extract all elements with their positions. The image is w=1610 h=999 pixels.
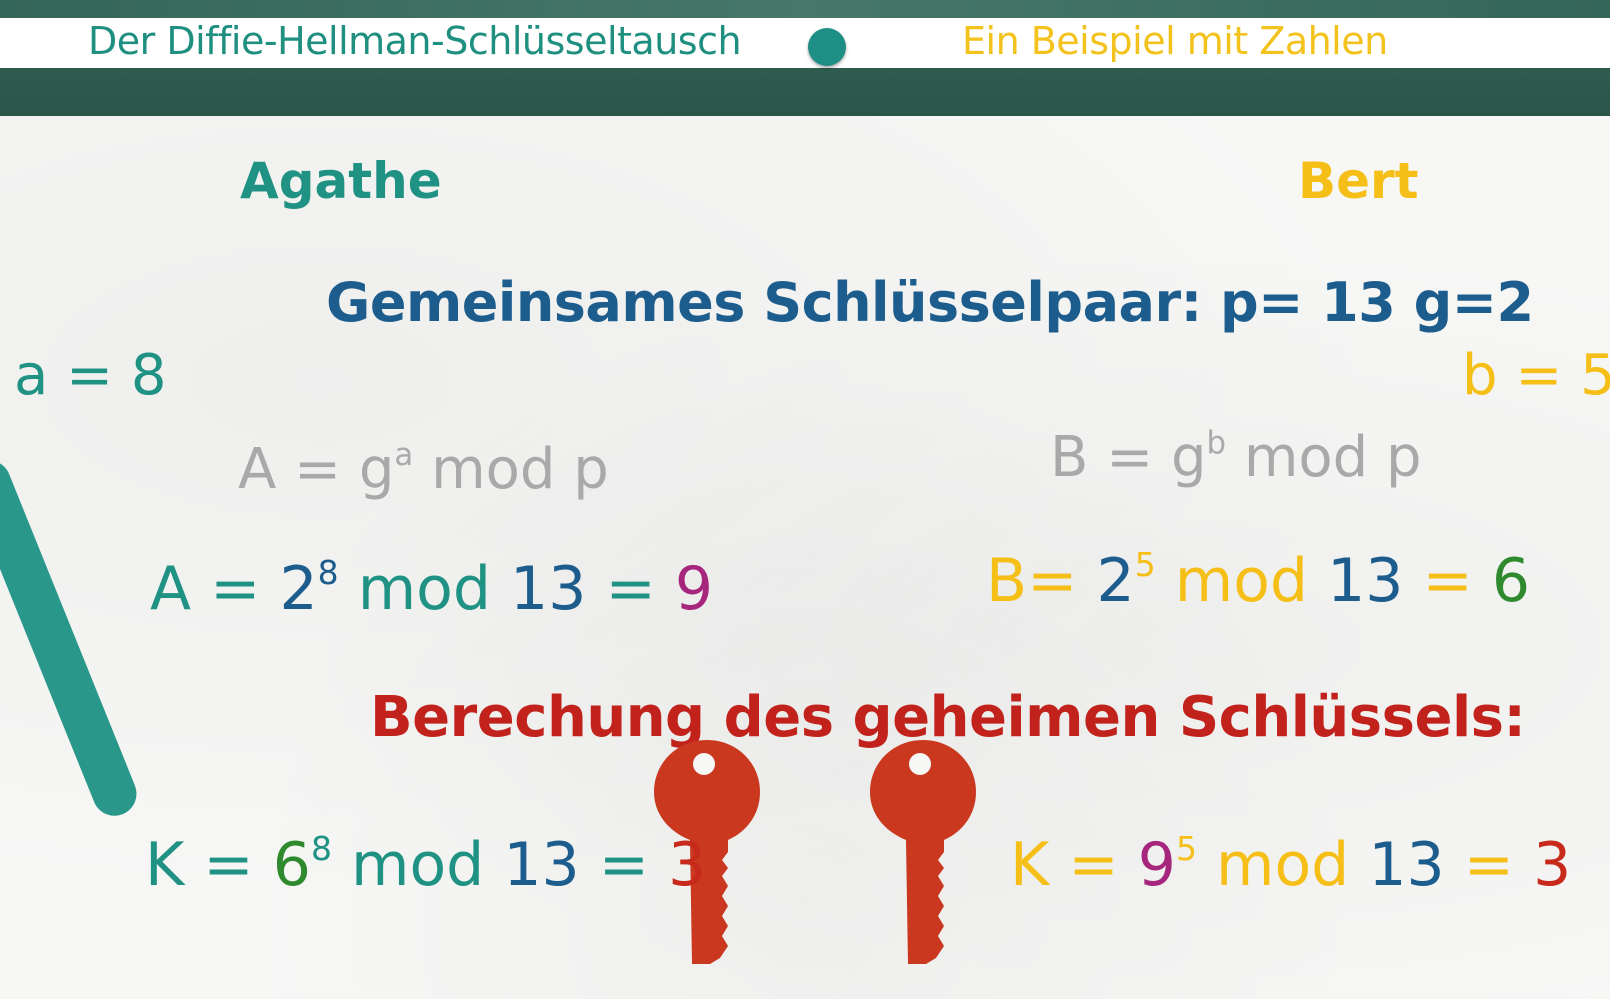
key-b-lhs: K = <box>1010 829 1138 900</box>
calc-b-exp: 5 <box>1134 545 1156 584</box>
calc-b-eq: = <box>1403 545 1492 616</box>
key-b-mod: mod <box>1196 829 1369 900</box>
key-a-result: 3 <box>668 829 707 900</box>
formula-b-rhs: mod p <box>1226 425 1422 491</box>
shared-key-pair: Gemeinsames Schlüsselpaar: p= 13 g=2 <box>326 271 1534 334</box>
calc-b-lhs: B= <box>986 545 1097 616</box>
key-b-eq: = <box>1444 829 1534 900</box>
header-separator-dot <box>808 28 846 66</box>
key-a-mod: mod <box>331 829 504 900</box>
key-calc-a: K = 68 mod 13 = 3 <box>145 832 706 895</box>
calc-a-modulus: 13 <box>510 553 587 624</box>
secret-key-heading: Berechung des geheimen Schlüssels: <box>370 685 1526 750</box>
key-b-result: 3 <box>1533 829 1572 900</box>
formula-b-lhs: B = g <box>1050 425 1207 491</box>
secret-b: b = 5 <box>1462 343 1610 408</box>
key-b-exp: 5 <box>1175 829 1197 868</box>
participant-agathe: Agathe <box>240 152 442 210</box>
formula-a: A = ga mod p <box>238 440 609 498</box>
participant-bert: Bert <box>1298 152 1419 210</box>
formula-a-rhs: mod p <box>413 437 609 503</box>
formula-b-exp: b <box>1206 425 1227 461</box>
chalkboard-edge <box>0 0 1610 18</box>
key-a-lhs: K = <box>145 829 273 900</box>
formula-a-lhs: A = g <box>238 437 395 503</box>
key-a-exp: 8 <box>310 829 332 868</box>
calc-a-lhs: A = <box>150 553 280 624</box>
calc-a-mod: mod <box>338 553 511 624</box>
calc-b-mod: mod <box>1155 545 1328 616</box>
formula-a-exp: a <box>394 437 414 473</box>
calc-b-modulus: 13 <box>1327 545 1404 616</box>
header-title: Der Diffie-Hellman-Schlüsseltausch <box>88 19 742 63</box>
calc-b-result: 6 <box>1491 545 1531 616</box>
calc-a-eq: = <box>586 553 675 624</box>
key-b-modulus: 13 <box>1368 829 1445 900</box>
key-a-modulus: 13 <box>503 829 580 900</box>
calc-a-base: 2 <box>279 553 318 624</box>
header-subtitle: Ein Beispiel mit Zahlen <box>962 19 1388 63</box>
calc-a-result: 9 <box>674 553 714 624</box>
calc-a-exp: 8 <box>317 553 339 592</box>
key-icon <box>870 740 976 964</box>
public-calc-b: B= 25 mod 13 = 6 <box>986 548 1530 611</box>
secret-a: a = 8 <box>14 343 167 408</box>
key-b-base: 9 <box>1137 829 1176 900</box>
public-calc-a: A = 28 mod 13 = 9 <box>150 556 713 619</box>
calc-b-base: 2 <box>1096 545 1135 616</box>
key-calc-b: K = 95 mod 13 = 3 <box>1010 832 1571 895</box>
key-a-base: 6 <box>272 829 311 900</box>
formula-b: B = gb mod p <box>1050 428 1422 486</box>
key-a-eq: = <box>579 829 669 900</box>
